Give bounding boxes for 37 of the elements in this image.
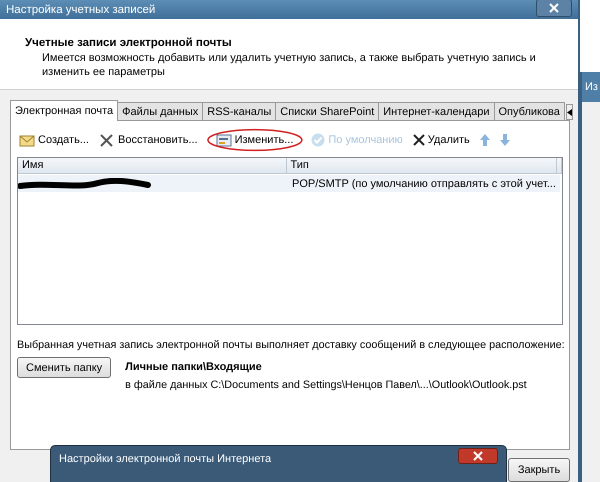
close-icon [549, 2, 559, 12]
close-button[interactable] [536, 0, 572, 16]
table-cell-text: POP/SMTP (по умолчанию отправлять с этой учет... [291, 176, 557, 190]
toolbar-button[interactable]: Восстановить... [96, 133, 200, 147]
close-dialog-button[interactable]: Закрыть [508, 458, 570, 482]
change-folder-button[interactable]: Сменить папку [17, 357, 112, 378]
column-header[interactable]: Имя [18, 158, 286, 173]
toolbar-button[interactable]: Создать... [17, 133, 91, 147]
folder-path: Личные папки\Входящие [125, 361, 263, 373]
tab[interactable]: Списки SharePoint [275, 102, 380, 120]
tab[interactable]: Электронная почта [10, 100, 118, 121]
window-title: Настройки электронной почты Интернета [59, 453, 272, 465]
tab-scroll-button[interactable] [566, 104, 573, 120]
section-description: Имеется возможность добавить или удалить учетную запись, а также выбрать учетную запись и изменить ее параметры [41, 51, 537, 79]
delete-icon [412, 134, 425, 146]
delivery-text: Выбранная учетная запись электронной почты выполняет доставку сообщений в следующее расположение: [17, 339, 563, 351]
tab[interactable]: RSS-каналы [202, 102, 276, 120]
window-title: Настройка учетных записей [6, 4, 156, 16]
up-arrow-icon [480, 134, 490, 146]
close-button[interactable] [458, 448, 498, 464]
toolbar-button[interactable]: Изменить... [206, 128, 304, 152]
window-title: Из [585, 81, 598, 93]
account-row[interactable]: POP/SMTP (по умолчанию отправлять с этой учет... [18, 175, 560, 192]
down-arrow-icon [500, 134, 510, 146]
section-title: Учетные записи электронной почты [25, 37, 233, 49]
tools-icon [98, 133, 115, 147]
check-circle-icon [311, 133, 326, 147]
file-path: в файле данных C:\Documents and Settings\Ненцов Павел\...\Outlook\Outlook.pst [125, 379, 527, 391]
form-icon [216, 133, 232, 147]
column-header[interactable]: Тип [286, 158, 557, 173]
close-icon [473, 451, 483, 461]
envelope-icon [19, 133, 35, 147]
toolbar-button[interactable]: Удалить [410, 134, 472, 146]
tab[interactable]: Файлы данных [117, 102, 204, 120]
tab[interactable]: Опубликова [494, 102, 565, 120]
left-arrow-icon [566, 108, 572, 116]
tab[interactable]: Интернет-календари [378, 102, 494, 120]
